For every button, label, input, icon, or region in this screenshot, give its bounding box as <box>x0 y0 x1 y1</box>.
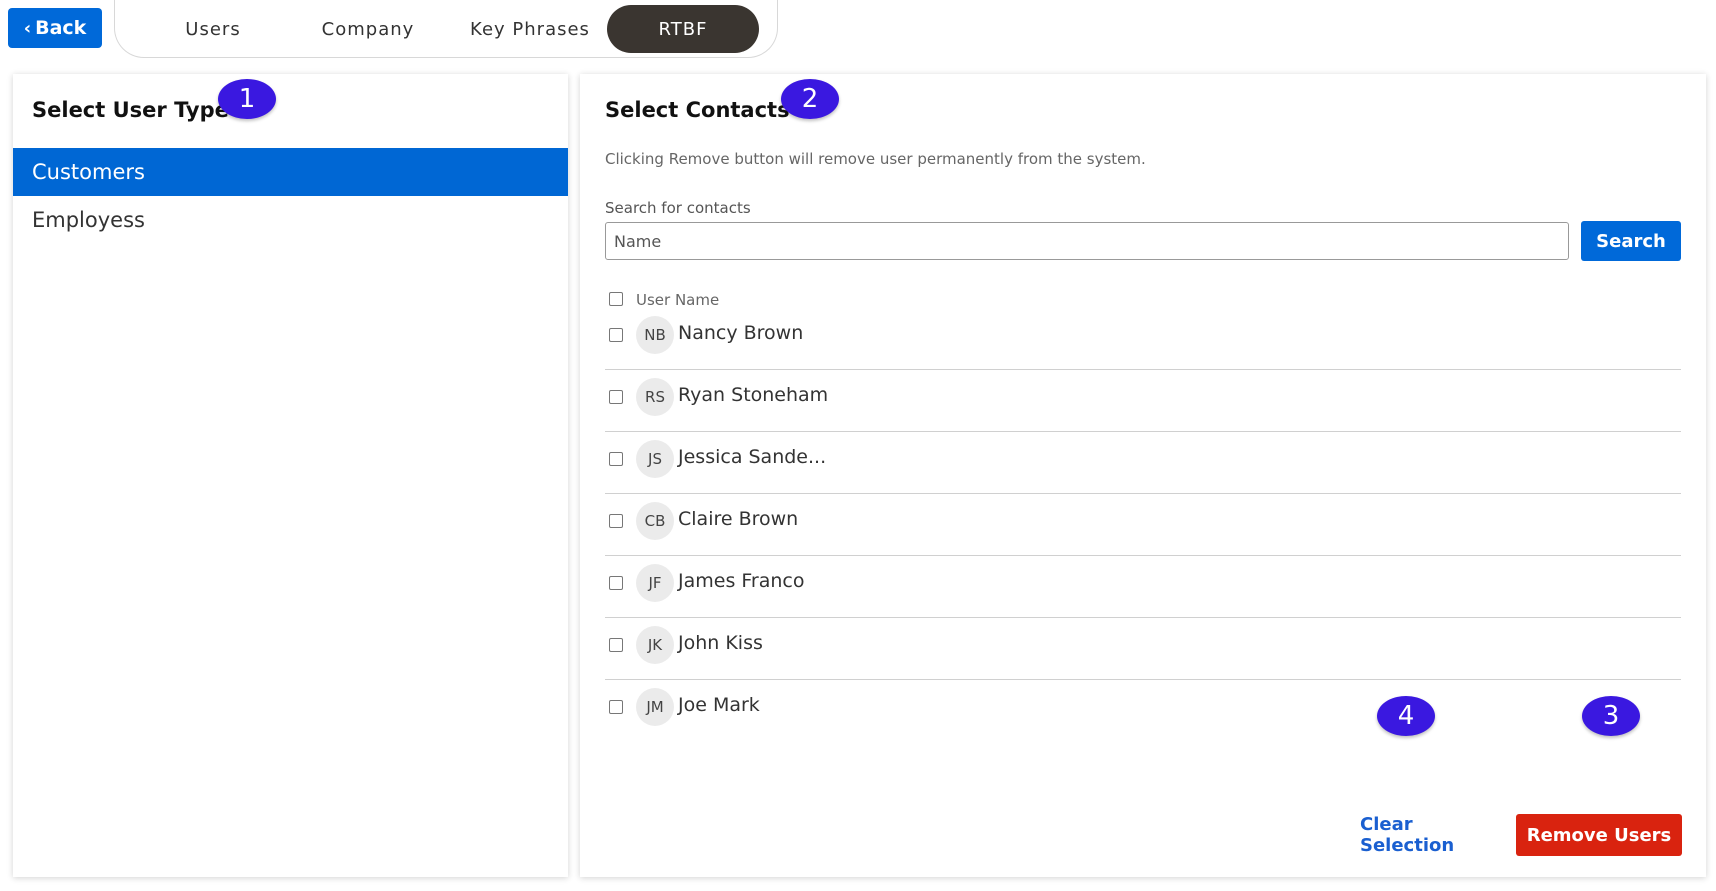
tab-company[interactable]: Company <box>283 5 453 53</box>
avatar: RS <box>636 378 674 416</box>
contact-row[interactable]: JF James Franco <box>605 549 1681 618</box>
row-checkbox[interactable] <box>609 328 623 342</box>
contact-name: Claire Brown <box>678 508 799 530</box>
user-type-employees[interactable]: Employess <box>13 196 568 244</box>
row-checkbox[interactable] <box>609 452 623 466</box>
contact-name: John Kiss <box>678 632 763 654</box>
back-button-label: Back <box>35 17 87 39</box>
avatar: JS <box>636 440 674 478</box>
avatar: JK <box>636 626 674 664</box>
row-checkbox[interactable] <box>609 390 623 404</box>
clear-selection-button[interactable]: Clear Selection <box>1360 814 1510 856</box>
user-type-customers[interactable]: Customers <box>13 148 568 196</box>
avatar: CB <box>636 502 674 540</box>
search-input[interactable] <box>605 222 1569 260</box>
row-checkbox[interactable] <box>609 514 623 528</box>
tab-rtbf[interactable]: RTBF <box>607 5 759 53</box>
remove-users-button[interactable]: Remove Users <box>1516 814 1682 856</box>
contact-row[interactable]: RS Ryan Stoneham <box>605 363 1681 432</box>
remove-warning-note: Clicking Remove button will remove user … <box>605 150 1146 168</box>
back-button[interactable]: ‹ Back <box>8 8 102 48</box>
step-badge-4: 4 <box>1377 696 1435 736</box>
contact-name: Nancy Brown <box>678 322 804 344</box>
search-label: Search for contacts <box>605 199 751 217</box>
tab-users[interactable]: Users <box>143 5 283 53</box>
avatar: NB <box>636 316 674 354</box>
row-checkbox[interactable] <box>609 576 623 590</box>
contact-name: James Franco <box>678 570 805 592</box>
contact-name: Joe Mark <box>678 694 760 716</box>
contact-name: Ryan Stoneham <box>678 384 829 406</box>
user-type-panel: Select User Type 1 Customers Employess <box>13 74 568 877</box>
contact-row[interactable]: JM Joe Mark <box>605 673 1681 741</box>
contact-row[interactable]: NB Nancy Brown <box>605 301 1681 370</box>
contact-row[interactable]: JS Jessica Sande... <box>605 425 1681 494</box>
contacts-panel: Select Contacts 2 Clicking Remove button… <box>580 74 1706 877</box>
tab-bar: Users Company Key Phrases RTBF <box>114 0 778 58</box>
contact-name: Jessica Sande... <box>678 446 827 468</box>
contact-row[interactable]: CB Claire Brown <box>605 487 1681 556</box>
search-button[interactable]: Search <box>1581 221 1681 261</box>
avatar: JF <box>636 564 674 602</box>
chevron-left-icon: ‹ <box>23 17 32 39</box>
step-badge-2: 2 <box>781 79 839 119</box>
step-badge-1: 1 <box>218 79 276 119</box>
row-checkbox[interactable] <box>609 700 623 714</box>
contact-row[interactable]: JK John Kiss <box>605 611 1681 680</box>
user-type-title: Select User Type <box>32 98 229 122</box>
contacts-title: Select Contacts <box>605 98 790 122</box>
avatar: JM <box>636 688 674 726</box>
tab-key-phrases[interactable]: Key Phrases <box>453 5 607 53</box>
row-checkbox[interactable] <box>609 638 623 652</box>
step-badge-3: 3 <box>1582 696 1640 736</box>
